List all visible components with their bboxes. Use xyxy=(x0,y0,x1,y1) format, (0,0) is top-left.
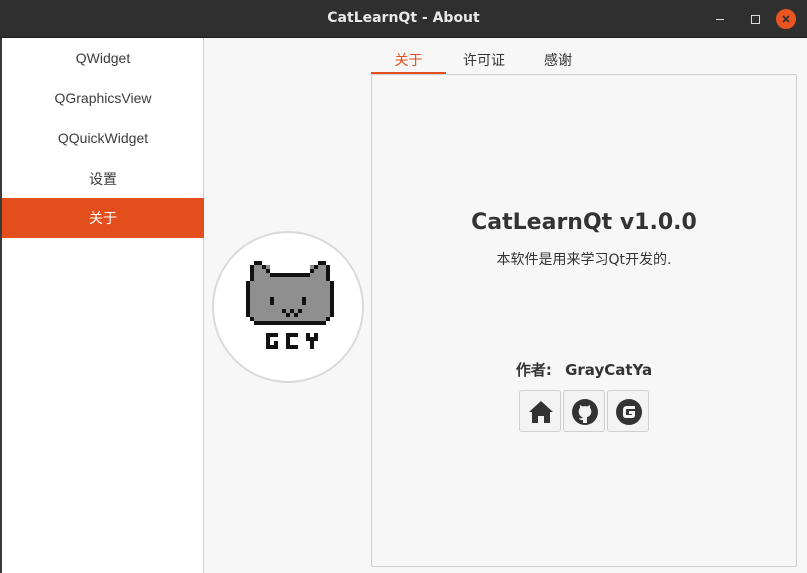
sidebar-item-about[interactable]: 关于 xyxy=(2,198,204,238)
title-bar[interactable]: CatLearnQt - About xyxy=(0,0,807,38)
gitee-icon xyxy=(616,399,642,425)
tab-about[interactable]: 关于 xyxy=(371,49,446,74)
app-name-version: CatLearnQt v1.0.0 xyxy=(471,210,697,235)
about-window: CatLearnQt - About QWidget QGraphicsView… xyxy=(0,0,807,573)
author-avatar xyxy=(212,231,364,383)
close-button[interactable] xyxy=(776,9,796,29)
author-line: 作者: GrayCatYa xyxy=(372,359,796,380)
tab-license[interactable]: 许可证 xyxy=(449,49,519,74)
tab-thanks[interactable]: 感谢 xyxy=(523,49,593,74)
author-links xyxy=(519,390,651,432)
maximize-button[interactable] xyxy=(745,9,765,29)
about-panel: CatLearnQt v1.0.0 本软件是用来学习Qt开发的. 作者: Gra… xyxy=(371,74,797,567)
app-description: 本软件是用来学习Qt开发的. xyxy=(496,252,672,268)
sidebar-item-qgraphicsview[interactable]: QGraphicsView xyxy=(2,78,204,118)
sidebar: QWidget QGraphicsView QQuickWidget 设置 关于 xyxy=(0,38,204,573)
home-icon xyxy=(529,401,553,423)
author-name: GrayCatYa xyxy=(565,361,653,379)
sidebar-item-qquickwidget[interactable]: QQuickWidget xyxy=(2,118,204,158)
sidebar-item-settings[interactable]: 设置 xyxy=(2,159,204,199)
github-icon xyxy=(572,399,598,425)
author-label: 作者: xyxy=(515,361,552,379)
github-link-button[interactable] xyxy=(563,390,605,432)
window-title: CatLearnQt - About xyxy=(327,10,480,26)
home-link-button[interactable] xyxy=(519,390,561,432)
minimize-button[interactable] xyxy=(710,9,730,29)
close-icon xyxy=(782,15,790,23)
gitee-link-button[interactable] xyxy=(607,390,649,432)
sidebar-item-qwidget[interactable]: QWidget xyxy=(2,38,204,78)
pixel-cat-logo xyxy=(246,261,334,349)
